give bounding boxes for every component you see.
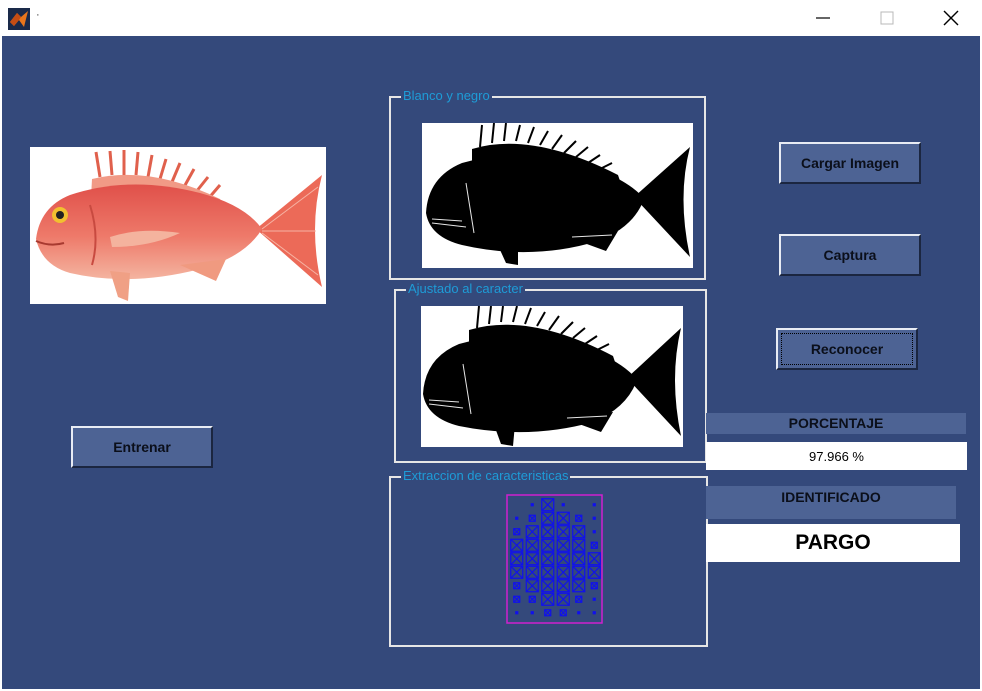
adjusted-panel: Ajustado al caracter (394, 281, 707, 463)
minimize-button[interactable] (800, 0, 846, 36)
feature-cell (515, 516, 519, 520)
adjusted-fish-image (421, 306, 683, 447)
window-title: · (36, 9, 40, 21)
features-panel-title: Extraccion de caracteristicas (401, 468, 571, 484)
red-snapper-image (35, 150, 322, 301)
figure-client-area: Blanco y negro Ajustado al caracter Extr… (2, 36, 980, 689)
feature-cell (592, 503, 596, 507)
identified-label: IDENTIFICADO (706, 486, 956, 519)
feature-cell (530, 503, 534, 507)
close-button[interactable] (928, 0, 974, 36)
feature-cell (577, 611, 581, 615)
feature-cell (561, 503, 565, 507)
matlab-icon (8, 8, 30, 30)
load-image-button[interactable]: Cargar Imagen (779, 142, 921, 184)
maximize-button[interactable] (864, 0, 910, 36)
percentage-value: 97.966 % (706, 442, 967, 470)
minimize-icon (816, 17, 830, 19)
close-icon (943, 10, 959, 26)
adjusted-panel-title: Ajustado al caracter (406, 281, 525, 297)
bw-fish-silhouette (426, 123, 690, 265)
feature-cell (592, 611, 596, 615)
features-panel: Extraccion de caracteristicas (389, 468, 708, 647)
bw-panel: Blanco y negro (389, 88, 706, 280)
train-button[interactable]: Entrenar (71, 426, 213, 468)
feature-cell (530, 611, 534, 615)
bw-panel-title: Blanco y negro (401, 88, 492, 104)
bw-fish-image (422, 123, 693, 268)
feature-grid (506, 494, 603, 624)
feature-cell (592, 516, 596, 520)
capture-button[interactable]: Captura (779, 234, 921, 276)
maximize-icon (880, 11, 894, 25)
original-fish-image (30, 147, 326, 304)
identified-value: PARGO (706, 524, 960, 562)
feature-cell (592, 597, 596, 601)
feature-cell (592, 530, 596, 534)
percentage-label: PORCENTAJE (706, 413, 966, 434)
title-bar: · (0, 0, 982, 36)
adjusted-fish-silhouette (423, 306, 681, 446)
feature-cell (515, 611, 519, 615)
recognize-button[interactable]: Reconocer (776, 328, 918, 370)
